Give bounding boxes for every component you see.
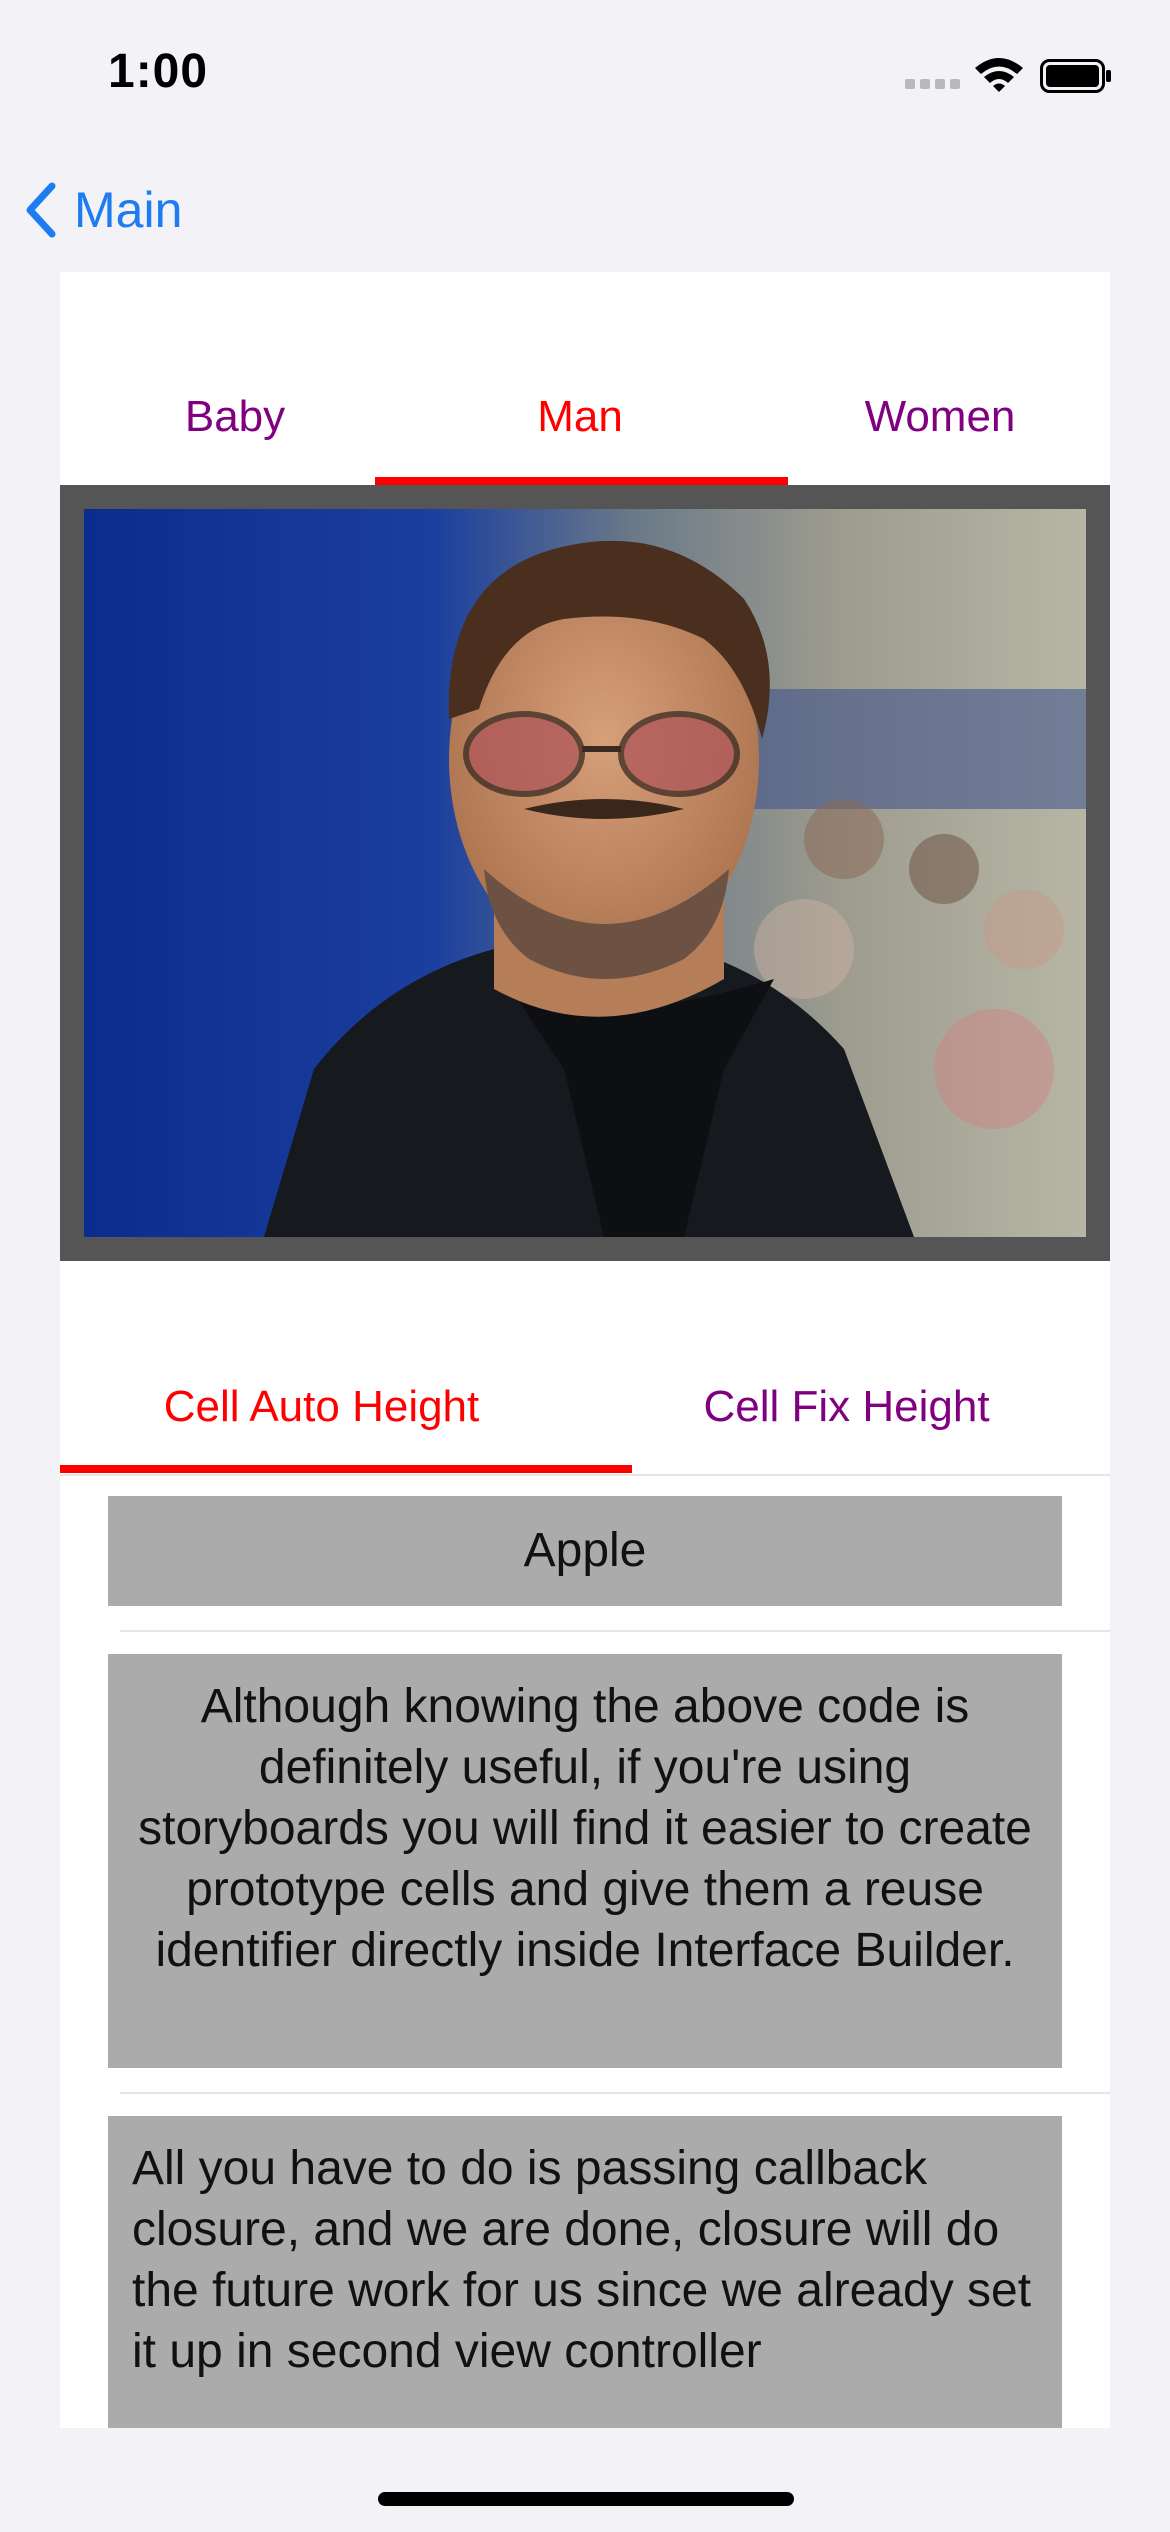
home-indicator [378,2492,794,2506]
status-time: 1:00 [108,45,209,98]
table-cell[interactable]: All you have to do is passing callback c… [108,2116,1062,2428]
photo-frame [60,485,1110,1261]
chevron-left-icon [26,182,56,238]
back-label: Main [74,182,183,238]
back-button[interactable]: Main [22,170,182,250]
tab-selection-indicator [375,477,788,485]
content-container: Baby Man Women Cell Auto Height Cell Fix… [60,272,1110,2428]
tab-women[interactable]: Women [770,372,1110,487]
navigation-bar: Main [0,170,1170,250]
tab-label: Cell Fix Height [703,1382,990,1431]
cell-separator [120,1630,1110,1632]
tab-baby[interactable]: Baby [60,372,410,487]
tab-label: Women [864,392,1016,441]
divider [60,1474,1110,1476]
tab-man[interactable]: Man [375,372,785,487]
bottom-tab-bar: Cell Auto Height Cell Fix Height [60,1352,1110,1474]
top-tab-bar: Baby Man Women [60,372,1110,487]
table-cell[interactable]: Although knowing the above code is defin… [108,1654,1062,2068]
portrait-photo [84,509,1086,1237]
tab-cell-auto-height[interactable]: Cell Auto Height [60,1352,583,1472]
wifi-icon [975,58,1023,92]
tab-selection-indicator [60,1465,632,1473]
tab-label: Baby [184,392,286,441]
tab-label: Cell Auto Height [163,1382,480,1431]
table-cell[interactable]: Apple [108,1496,1062,1606]
tab-cell-fix-height[interactable]: Cell Fix Height [583,1352,1110,1472]
tab-label: Man [537,392,623,441]
cell-separator [120,2092,1110,2094]
status-bar: 1:00 [0,0,1170,140]
signal-icon [905,79,961,91]
battery-icon [1040,59,1111,93]
